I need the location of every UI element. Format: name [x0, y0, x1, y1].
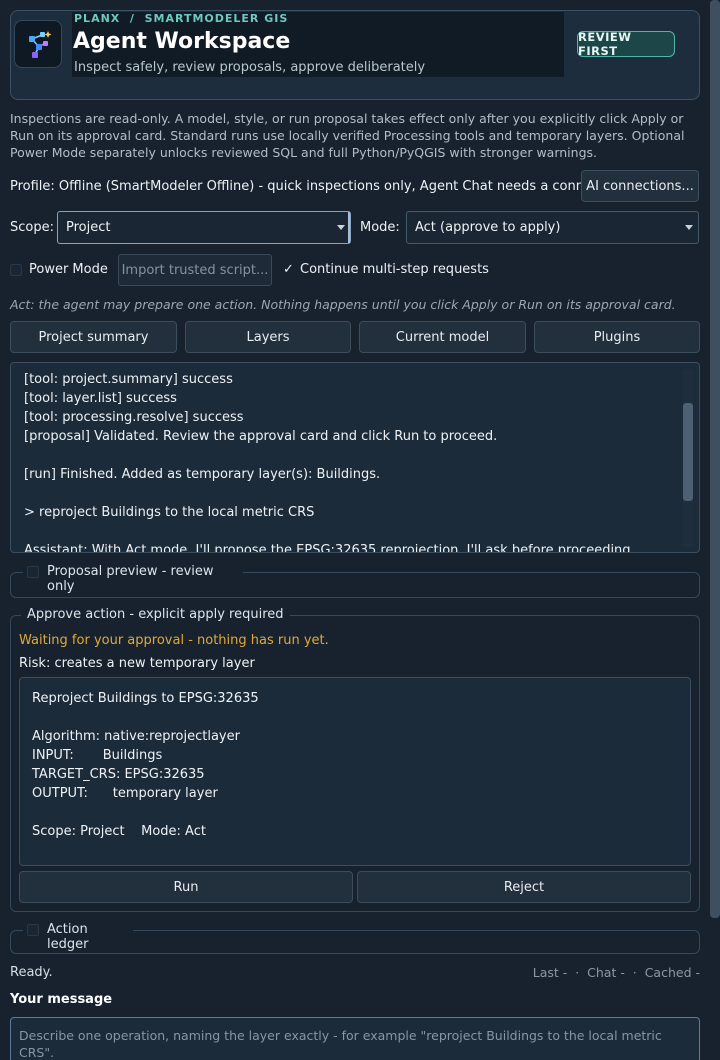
current-model-button[interactable]: Current model: [359, 321, 526, 353]
log-line: [tool: layer.list] success: [24, 391, 177, 406]
scope-select-edge: [348, 212, 350, 243]
detail-line: TARGET_CRS: EPSG:32635: [32, 767, 205, 782]
message-label: Your message: [10, 992, 113, 1007]
proposal-preview-header[interactable]: Proposal preview - review only: [23, 564, 243, 594]
review-first-badge: REVIEW FIRST: [577, 30, 675, 58]
power-mode-checkbox[interactable]: [10, 264, 22, 276]
log-line: [run] Finished. Added as temporary layer…: [24, 467, 381, 482]
breadcrumb: PLANX / SMARTMODELER GIS: [74, 12, 289, 25]
approve-action-title: Approve action - explicit apply required: [21, 607, 290, 622]
log-line: Assistant: With Act mode, I'll propose t…: [24, 543, 635, 553]
action-ledger-checkbox[interactable]: [27, 924, 39, 936]
status-text: Ready.: [10, 965, 53, 980]
action-details: Reproject Buildings to EPSG:32635 Algori…: [19, 677, 691, 866]
proposal-preview-checkbox[interactable]: [27, 566, 39, 578]
chat-log[interactable]: [tool: project.summary] success [tool: l…: [10, 362, 700, 553]
reject-button[interactable]: Reject: [357, 871, 691, 903]
scope-label: Scope:: [10, 220, 54, 235]
profile-text: Profile: Offline (SmartModeler Offline) …: [10, 179, 625, 194]
detail-line: Reproject Buildings to EPSG:32635: [32, 691, 259, 706]
page-subtitle: Inspect safely, review proposals, approv…: [74, 60, 426, 75]
chevron-down-icon: [337, 225, 345, 230]
page-scrollbar[interactable]: [710, 0, 720, 918]
log-line: [tool: project.summary] success: [24, 372, 233, 387]
approval-waiting-status: Waiting for your approval - nothing has …: [19, 633, 329, 648]
scope-select[interactable]: Project: [57, 211, 351, 244]
detail-line: INPUT: Buildings: [32, 748, 163, 763]
action-ledger-title: Action ledger: [47, 922, 89, 952]
chevron-down-icon: [685, 225, 693, 230]
power-mode-label: Power Mode: [29, 262, 108, 277]
workflow-icon: [29, 31, 52, 58]
log-line: > reproject Buildings to the local metri…: [24, 505, 315, 520]
log-line: [tool: processing.resolve] success: [24, 410, 244, 425]
detail-line: OUTPUT: temporary layer: [32, 786, 218, 801]
run-button[interactable]: Run: [19, 871, 353, 903]
detail-line: Algorithm: native:reprojectlayer: [32, 729, 240, 744]
mode-value: Act (approve to apply): [415, 220, 561, 235]
message-placeholder: Describe one operation, naming the layer…: [19, 1028, 662, 1060]
plugins-button[interactable]: Plugins: [534, 321, 700, 353]
continue-label: Continue multi-step requests: [300, 262, 489, 277]
proposal-preview-title: Proposal preview - review only: [47, 564, 214, 594]
scope-value: Project: [66, 220, 111, 235]
project-summary-button[interactable]: Project summary: [10, 321, 177, 353]
page-title: Agent Workspace: [73, 29, 291, 54]
layers-button[interactable]: Layers: [185, 321, 351, 353]
detail-line: Scope: Project Mode: Act: [32, 824, 206, 839]
action-ledger-header[interactable]: Action ledger: [23, 922, 133, 952]
ai-connections-button[interactable]: AI connections...: [581, 170, 699, 202]
mode-select[interactable]: Act (approve to apply): [406, 211, 699, 244]
mode-hint: Act: the agent may prepare one action. N…: [10, 297, 676, 312]
app-logo: [14, 20, 62, 68]
status-meta: Last - · Chat - · Cached -: [532, 965, 700, 980]
mode-label: Mode:: [360, 220, 400, 235]
import-trusted-script-button[interactable]: Import trusted script...: [118, 254, 272, 286]
continue-checkbox[interactable]: ✓: [283, 262, 294, 277]
risk-text: Risk: creates a new temporary layer: [19, 656, 255, 671]
message-input[interactable]: Describe one operation, naming the layer…: [10, 1017, 700, 1060]
log-scrollbar-thumb[interactable]: [683, 403, 693, 501]
log-line: [proposal] Validated. Review the approva…: [24, 429, 498, 444]
intro-text: Inspections are read-only. A model, styl…: [10, 111, 685, 160]
